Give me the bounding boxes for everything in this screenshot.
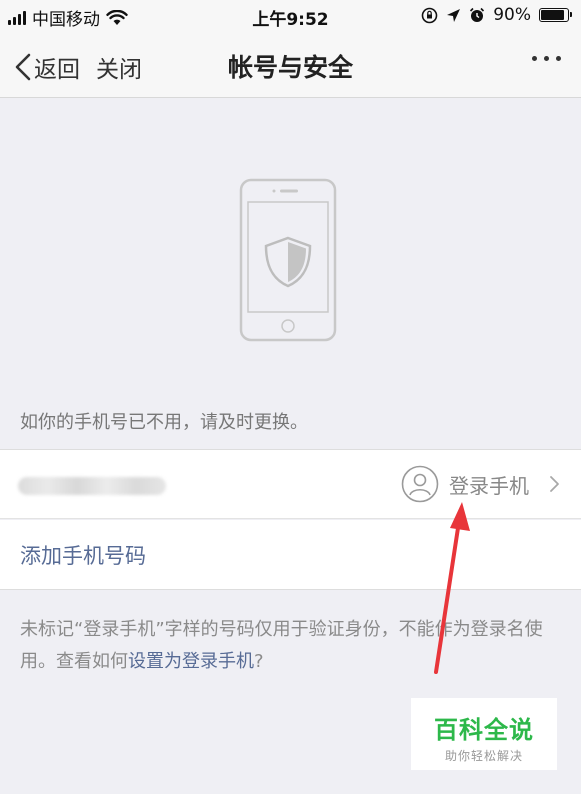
phone-shield-illustration (239, 178, 337, 342)
phone-number-row[interactable]: 登录手机 (0, 449, 581, 519)
back-label: 返回 (34, 57, 80, 83)
chevron-left-icon (15, 53, 31, 81)
status-bar: 中国移动 上午9:52 90% (0, 0, 581, 32)
masked-phone-number (18, 477, 166, 495)
add-phone-row[interactable]: 添加手机号码 (0, 520, 581, 590)
more-options-icon[interactable] (532, 56, 561, 61)
login-phone-label: 登录手机 (449, 473, 529, 498)
watermark-logo: 百科全说 助你轻松解决 (411, 698, 557, 770)
status-right: 90% (421, 5, 572, 25)
note-text: 未标记“登录手机”字样的号码仅用于验证身份，不能作为登录名使用。查看如何设置为登… (20, 614, 565, 678)
login-phone-tag[interactable]: 登录手机 (401, 465, 565, 503)
battery-fill (541, 10, 565, 20)
hint-text: 如你的手机号已不用，请及时更换。 (20, 412, 308, 433)
orientation-lock-icon (421, 7, 438, 23)
alarm-icon (470, 7, 485, 22)
add-phone-label: 添加手机号码 (20, 544, 146, 568)
nav-bar: 返回 关闭 帐号与安全 (0, 32, 581, 98)
watermark-title: 百科全说 (434, 716, 534, 744)
chevron-right-icon (550, 476, 559, 492)
location-icon (447, 8, 461, 22)
note-body: 未标记“登录手机”字样的号码仅用于验证身份，不能作为登录名使用。查看如何 (20, 619, 543, 672)
back-button[interactable]: 返回 (14, 50, 80, 84)
note-suffix: ? (254, 651, 264, 672)
close-button[interactable]: 关闭 (96, 50, 142, 84)
watermark-subtitle: 助你轻松解决 (444, 749, 523, 763)
battery-percent: 90% (493, 5, 531, 25)
page-title: 帐号与安全 (227, 53, 353, 82)
user-icon (401, 465, 439, 503)
set-login-phone-link[interactable]: 设置为登录手机 (128, 651, 254, 672)
battery-icon (539, 8, 572, 22)
